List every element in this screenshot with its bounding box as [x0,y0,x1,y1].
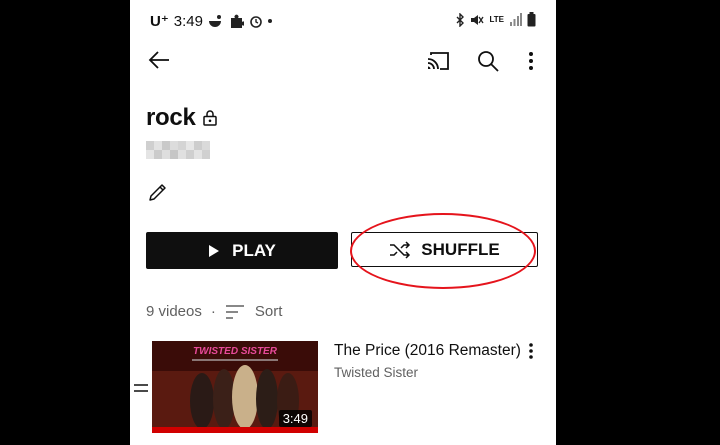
clock: 3:49 [173,12,203,30]
bluetooth-icon [456,12,465,27]
sort-button[interactable]: Sort [225,303,283,320]
sort-icon [225,304,244,319]
carrier-label: U⁺ [150,13,169,30]
video-channel: Twisted Sister [334,365,419,380]
back-button[interactable] [148,50,170,70]
mute-icon [471,14,485,25]
video-duration: 3:49 [278,410,312,427]
battery-icon [527,12,536,27]
search-button[interactable] [477,50,499,72]
arrow-left-icon [148,51,169,69]
owner-name-redacted [146,141,213,159]
video-title[interactable]: The Price (2016 Remaster) [334,342,521,360]
cast-icon [427,52,449,70]
play-button-label: PLAY [232,240,276,260]
alarm-icon [250,16,262,28]
more-options-button[interactable] [528,51,534,71]
video-options-button[interactable] [528,342,534,365]
list-header: 9 videos · Sort [146,303,282,320]
thumbnail-logo-text: TWISTED SISTER [193,346,278,357]
status-bar-right: LTE [455,12,536,27]
video-thumbnail[interactable]: TWISTED SISTER 3:49 [152,341,318,433]
video-count: 9 videos [146,303,202,320]
separator-dot: · [210,303,216,320]
more-vert-icon [529,52,533,70]
edit-playlist-button[interactable] [148,182,168,207]
play-icon [209,244,220,257]
play-all-button[interactable]: PLAY [146,232,338,269]
drag-handle[interactable] [134,380,148,398]
network-type-label: LTE [489,14,504,24]
playlist-title: rock [146,104,196,131]
shuffle-button-label: SHUFFLE [421,239,500,259]
notification-app-icon [208,15,221,27]
more-vert-icon [529,343,533,359]
shuffle-button[interactable]: SHUFFLE [351,232,538,267]
puzzle-icon [230,14,244,28]
sort-label: Sort [254,303,283,320]
search-icon [478,51,499,72]
status-bar-left: U⁺ 3:49 [150,12,272,30]
shuffle-icon [390,240,411,259]
cast-button[interactable] [427,51,449,71]
pencil-icon [149,184,166,201]
phone-screen: U⁺ 3:49 LTE rock PLAY SHUFFLE 9 videos ·… [130,0,556,445]
signal-icon [510,13,522,26]
notification-dot [267,19,272,23]
lock-icon [203,110,217,131]
drag-handle-icon [134,384,148,392]
